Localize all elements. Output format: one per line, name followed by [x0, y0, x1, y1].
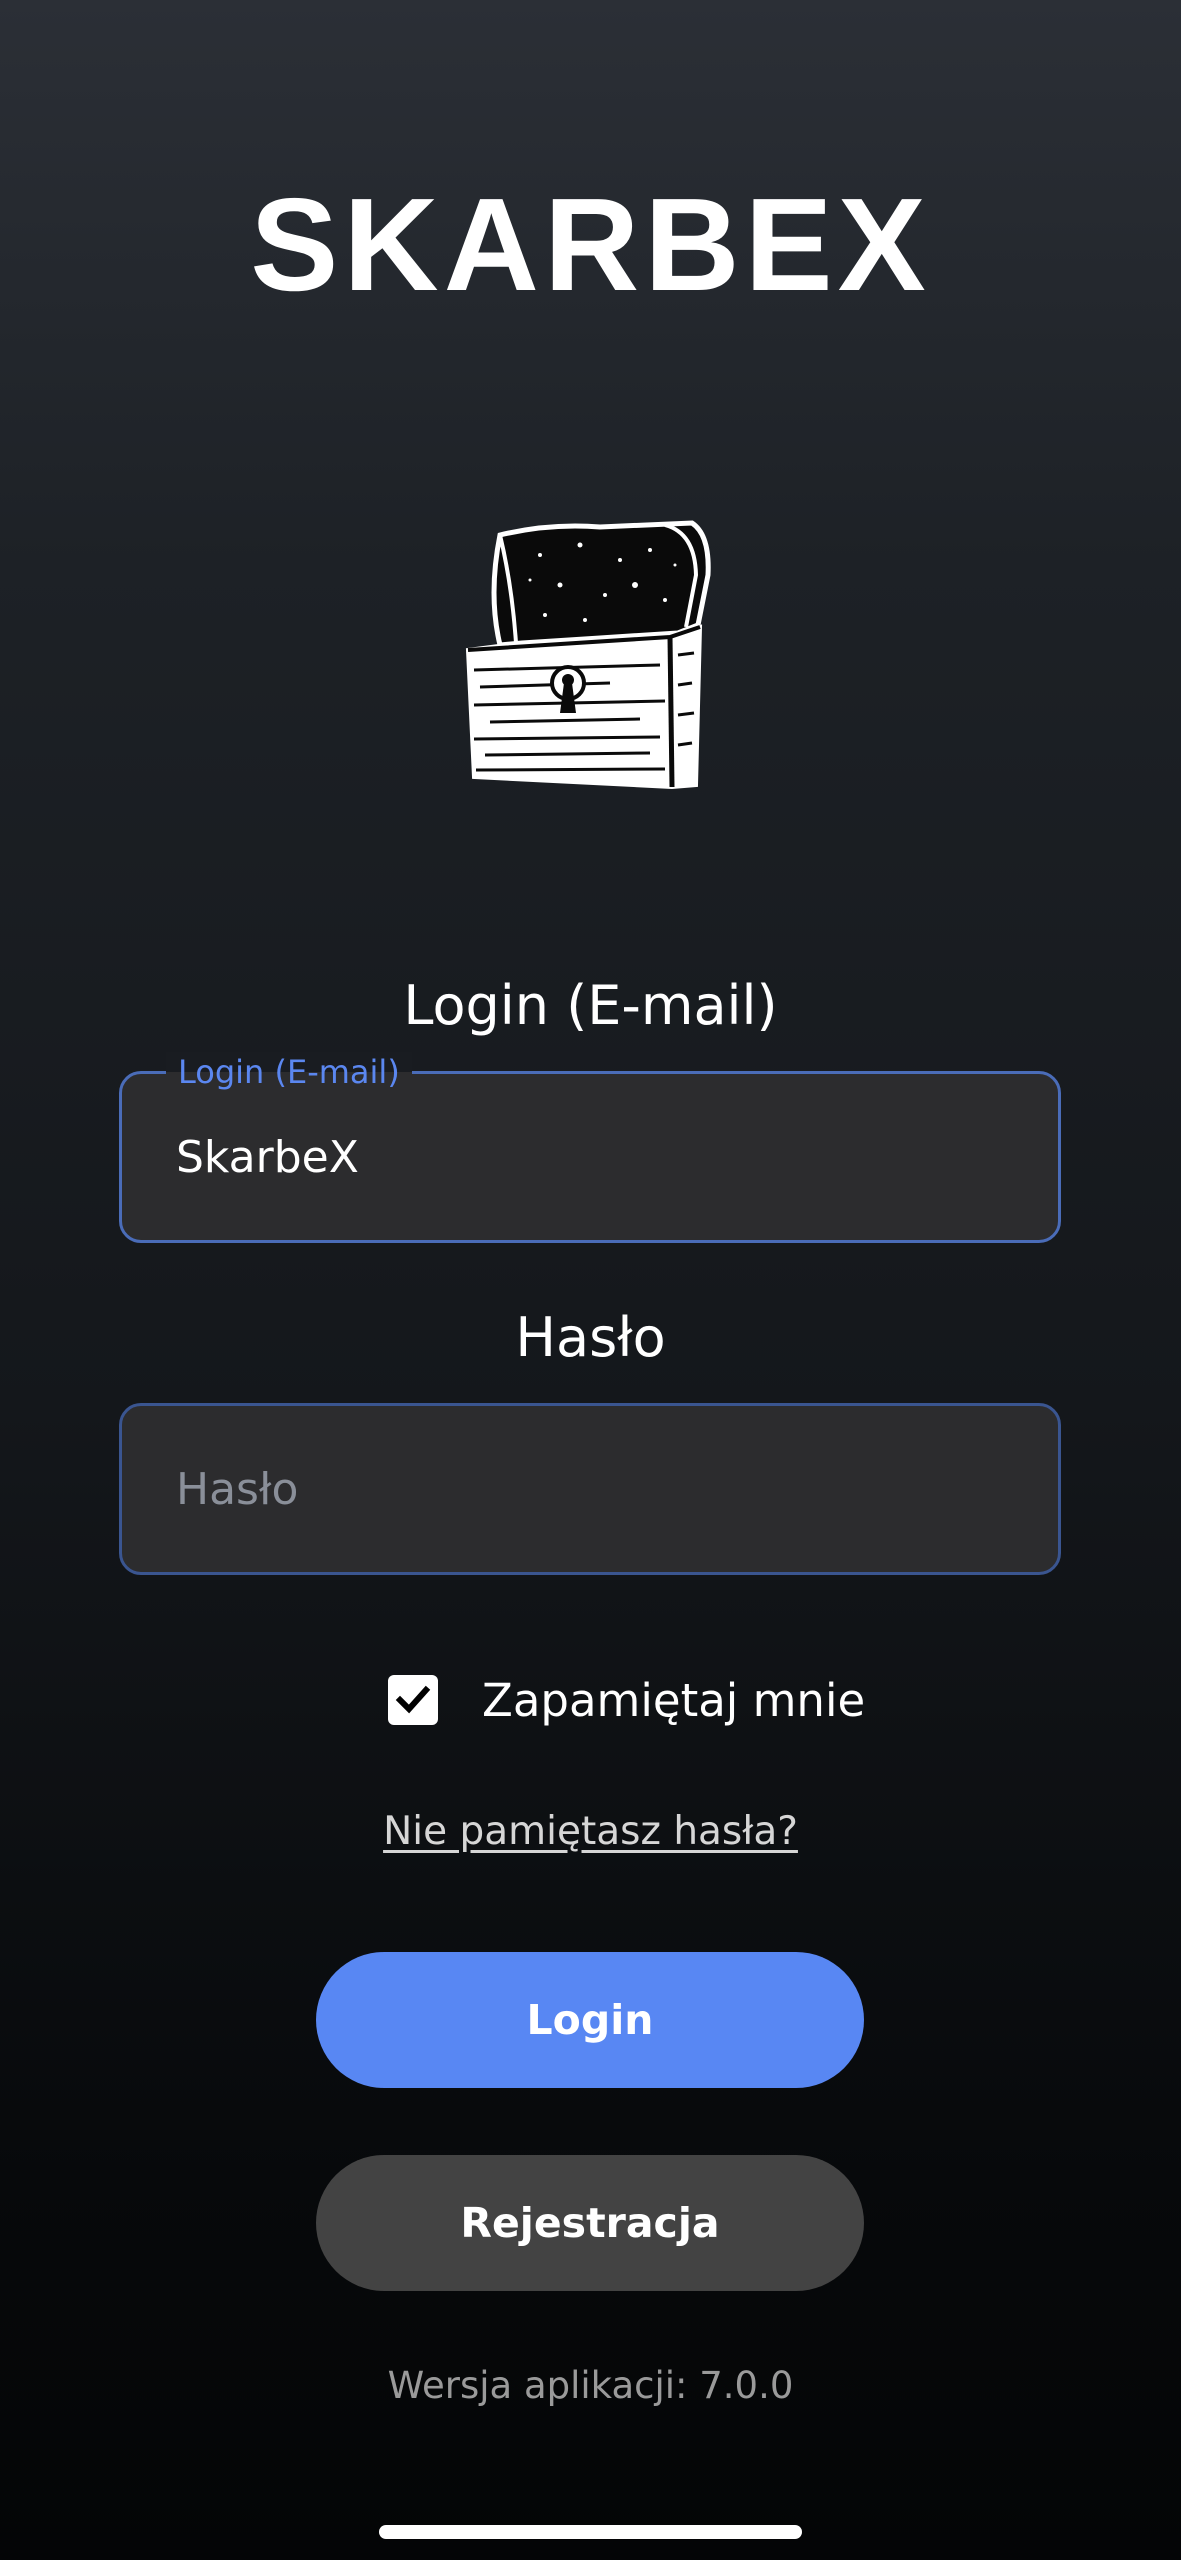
password-heading: Hasło — [515, 1306, 666, 1369]
app-title: SKARBEX — [250, 171, 931, 318]
login-field[interactable]: Login (E-mail) — [119, 1052, 1061, 1243]
login-input[interactable] — [176, 1074, 1016, 1240]
register-button[interactable]: Rejestracja — [316, 2155, 864, 2291]
login-heading: Login (E-mail) — [403, 974, 778, 1037]
forgot-password-link[interactable]: Nie pamiętasz hasła? — [0, 1806, 1181, 1858]
app-version: Wersja aplikacji: 7.0.0 — [387, 2364, 794, 2407]
remember-me-checkbox[interactable] — [388, 1675, 438, 1725]
remember-me-row[interactable]: Zapamiętaj mnie — [388, 1672, 865, 1728]
treasure-chest-icon — [465, 520, 711, 790]
login-button[interactable]: Login — [316, 1952, 864, 2088]
remember-me-label: Zapamiętaj mnie — [482, 1673, 866, 1727]
password-input[interactable] — [176, 1406, 1016, 1572]
password-field[interactable] — [119, 1403, 1061, 1575]
home-indicator[interactable] — [379, 2525, 802, 2539]
checkmark-icon — [395, 1685, 431, 1714]
